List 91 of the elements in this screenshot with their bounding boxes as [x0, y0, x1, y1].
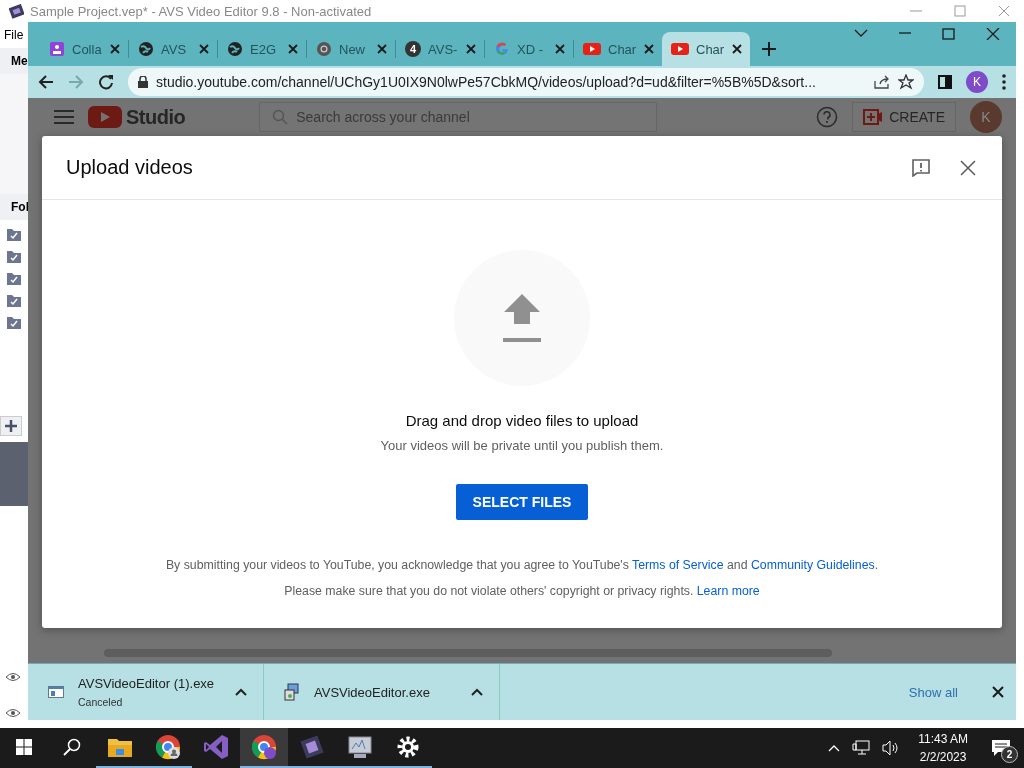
close-icon[interactable] [288, 44, 298, 54]
count-badge: 2 [1001, 746, 1018, 763]
show-all-link[interactable]: Show all [908, 684, 958, 700]
browser-tab[interactable]: Colla [40, 32, 128, 66]
new-tab-icon[interactable] [762, 42, 776, 56]
dropdown-icon[interactable] [854, 28, 868, 38]
close-icon[interactable] [466, 44, 476, 54]
play-logo-icon [583, 41, 601, 57]
circle-logo-icon[interactable] [250, 733, 278, 761]
upload-prompt: Drag and drop video files to upload [405, 412, 639, 429]
infinity-logo-icon[interactable] [202, 733, 230, 761]
folder-icon[interactable] [6, 314, 22, 330]
reload-icon[interactable] [98, 74, 114, 90]
upload-icon [502, 292, 542, 344]
dialog-title: Upload videos [66, 156, 194, 179]
profile-avatar[interactable]: K [966, 71, 988, 93]
search-icon[interactable] [63, 738, 81, 756]
lock-icon [138, 76, 148, 88]
chevron-up-icon[interactable] [828, 744, 841, 752]
text-link[interactable]: Community Guidelines [750, 558, 875, 572]
search-icon [272, 109, 289, 125]
side-panel-icon[interactable] [938, 75, 952, 89]
window-icon [48, 686, 64, 698]
timeline-panel [0, 442, 28, 506]
browser-tab[interactable]: AVS [129, 32, 217, 66]
close-icon[interactable] [644, 44, 654, 54]
legal-text: By submitting your videos to YouTube, you acknowledge that you agree to YouTube's Terms of Service and Community Guidelines. [165, 558, 879, 572]
folder-icon[interactable] [6, 226, 22, 242]
close-icon[interactable] [732, 44, 742, 54]
legal-text: Please make sure that you do not violate others' copyright or privacy rights. Learn more [284, 584, 760, 598]
notification-button[interactable]: 2 [986, 733, 1016, 763]
clock[interactable]: 11:43 AM 2/2/2023 [918, 732, 968, 764]
select-files-button[interactable]: SELECT FILES [455, 484, 589, 520]
browser-tab[interactable]: Char [574, 32, 662, 66]
globe-icon [138, 41, 154, 57]
person-icon [49, 41, 65, 57]
caret-icon[interactable] [471, 688, 483, 696]
close-icon[interactable] [960, 159, 976, 176]
play-logo-icon [88, 105, 122, 129]
eye-icon[interactable] [5, 672, 21, 682]
eye-icon[interactable] [5, 708, 21, 718]
feedback-icon[interactable] [912, 158, 930, 177]
caret-icon[interactable] [235, 688, 247, 696]
more-icon[interactable] [1002, 74, 1006, 90]
folder-icon[interactable] [6, 270, 22, 286]
window-title: Sample Project.vep* - AVS Video Editor 9.8 - Non-activated [30, 3, 372, 19]
menu-item[interactable]: File [4, 28, 24, 42]
volume-icon[interactable] [882, 740, 901, 756]
file-name[interactable]: AVSVideoEditor.exe [314, 684, 457, 700]
film-icon [9, 3, 24, 19]
play-logo-icon [671, 41, 689, 57]
maximize-icon[interactable] [942, 28, 956, 40]
address-bar[interactable]: studio.youtube.com/channel/UChGy1U0IX9N0lwPe57CbkMQ/videos/upload?d=ud&filter=%5B%5D&sort... [128, 68, 924, 96]
browser-tab[interactable]: New [307, 32, 395, 66]
badge-icon: 4 [405, 41, 421, 57]
circle-logo-icon [316, 41, 332, 57]
share-icon[interactable] [874, 75, 890, 89]
panel-label: Me [0, 48, 28, 74]
close-icon[interactable] [992, 686, 1004, 698]
close-icon[interactable] [986, 28, 1000, 40]
circle-logo-icon[interactable] [154, 733, 182, 761]
close-icon[interactable] [110, 44, 120, 54]
network-icon[interactable] [852, 740, 871, 756]
folder-icon[interactable] [6, 292, 22, 308]
text-link[interactable]: Learn more [696, 584, 760, 598]
add-video-icon [863, 109, 884, 125]
file-name[interactable]: AVSVideoEditor (1).exe [78, 676, 221, 691]
letter-logo-icon [494, 41, 510, 57]
close-icon[interactable] [377, 44, 387, 54]
download-status: Canceled [78, 696, 124, 708]
privacy-note: Your videos will be private until you publish them. [380, 438, 664, 453]
text-link[interactable]: Terms of Service [632, 558, 724, 572]
back-icon[interactable] [38, 74, 54, 90]
browser-tab[interactable]: XD - [485, 32, 573, 66]
close-icon[interactable] [199, 44, 209, 54]
help-icon[interactable] [816, 106, 839, 128]
close-icon[interactable] [555, 44, 565, 54]
monitor-icon[interactable] [346, 733, 374, 761]
windows-start-icon[interactable] [16, 739, 32, 755]
create-button[interactable]: CREATE [852, 102, 956, 132]
folder-icon[interactable] [6, 248, 22, 264]
plus-icon[interactable] [0, 416, 22, 436]
menu-icon[interactable] [54, 110, 74, 124]
panel-label: Fol [0, 194, 28, 220]
star-icon[interactable] [898, 74, 914, 90]
browser-tab[interactable]: 4 AVS- [396, 32, 484, 66]
installer-icon [284, 683, 300, 701]
logo-text: Studio [126, 105, 186, 129]
globe-icon [227, 41, 243, 57]
browser-tab[interactable]: E2G [218, 32, 306, 66]
browser-tab[interactable]: Char [662, 32, 750, 66]
